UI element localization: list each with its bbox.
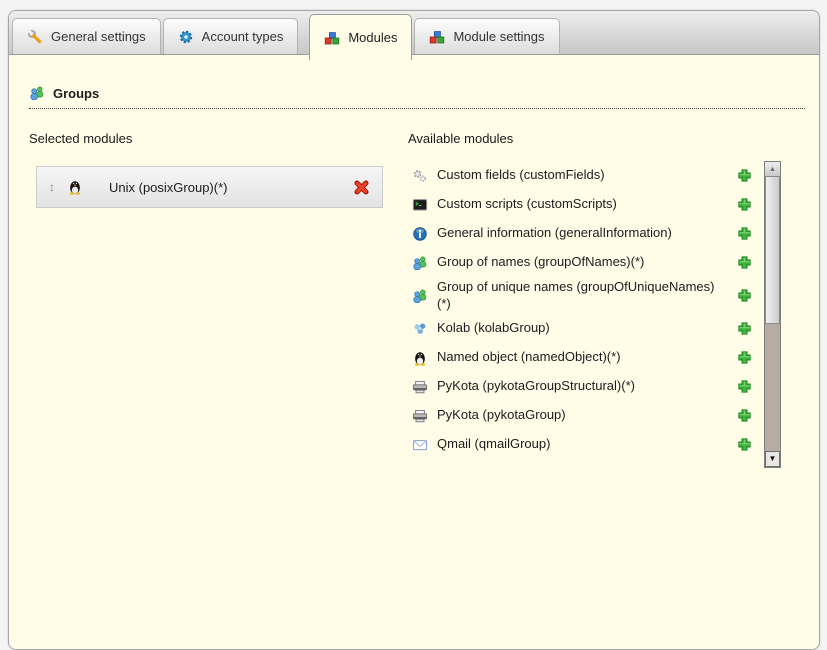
available-module-row: Named object (namedObject)(*) <box>408 343 759 372</box>
module-label: Named object (namedObject)(*) <box>437 349 727 365</box>
module-label: Unix (posixGroup)(*) <box>95 180 341 195</box>
plus-icon <box>736 167 753 184</box>
module-label: Group of names (groupOfNames)(*) <box>437 254 727 270</box>
plus-icon <box>736 378 753 395</box>
available-module-row: PyKota (pykotaGroup) <box>408 401 759 430</box>
plus-icon <box>736 436 753 453</box>
config-panel: General settings Account types Modules M… <box>8 10 820 650</box>
section-title: Groups <box>53 86 99 101</box>
available-module-row: PyKota (pykotaGroupStructural)(*) <box>408 372 759 401</box>
delete-x-icon <box>353 179 370 196</box>
section-header-groups: Groups <box>29 85 805 109</box>
tab-label: Account types <box>202 29 284 44</box>
module-label: Kolab (kolabGroup) <box>437 320 727 336</box>
selected-modules-list: ↕ Unix (posixGroup)(*) <box>36 166 383 208</box>
tab-label: Modules <box>348 30 397 45</box>
add-module-button[interactable] <box>736 320 753 337</box>
add-module-button[interactable] <box>736 349 753 366</box>
module-label: General information (generalInformation) <box>437 225 727 241</box>
tab-account-types[interactable]: Account types <box>163 18 299 54</box>
tab-label: General settings <box>51 29 146 44</box>
gears-icon <box>412 168 428 184</box>
tux-icon <box>67 179 83 195</box>
group-icon <box>412 255 428 271</box>
module-label: Group of unique names (groupOfUniqueName… <box>437 279 727 312</box>
add-module-button[interactable] <box>736 167 753 184</box>
tab-bar: General settings Account types Modules M… <box>9 11 819 55</box>
scrollbar[interactable]: ▲ ▼ <box>764 161 781 468</box>
plus-icon <box>736 407 753 424</box>
available-module-row: Custom scripts (customScripts) <box>408 190 759 219</box>
plus-icon <box>736 254 753 271</box>
tab-modules[interactable]: Modules <box>309 14 412 60</box>
module-label: Custom scripts (customScripts) <box>437 196 727 212</box>
scrollbar-thumb[interactable] <box>765 176 780 324</box>
module-label: Custom fields (customFields) <box>437 167 727 183</box>
module-label: PyKota (pykotaGroupStructural)(*) <box>437 378 727 394</box>
module-label: Qmail (qmailGroup) <box>437 436 727 452</box>
printer-icon <box>412 379 428 395</box>
tab-label: Module settings <box>453 29 544 44</box>
module-label: PyKota (pykotaGroup) <box>437 407 727 423</box>
scroll-down-icon[interactable]: ▼ <box>765 451 780 467</box>
scroll-up-icon[interactable]: ▲ <box>765 162 780 176</box>
plus-icon <box>736 320 753 337</box>
plus-icon <box>736 225 753 242</box>
envelope-icon <box>412 437 428 453</box>
kolab-icon <box>412 321 428 337</box>
available-modules-heading: Available modules <box>408 131 513 146</box>
available-module-row: Qmail (qmailGroup) <box>408 430 759 459</box>
selected-modules-heading: Selected modules <box>29 131 132 146</box>
info-icon <box>412 226 428 242</box>
modules-icon <box>324 30 340 46</box>
move-handle-icon[interactable]: ↕ <box>49 181 55 193</box>
available-module-row: General information (generalInformation) <box>408 219 759 248</box>
tab-module-settings[interactable]: Module settings <box>414 18 559 54</box>
plus-icon <box>736 287 753 304</box>
available-module-row: Group of names (groupOfNames)(*) <box>408 248 759 277</box>
remove-module-button[interactable] <box>353 179 370 196</box>
wrench-icon <box>27 29 43 45</box>
tab-general-settings[interactable]: General settings <box>12 18 161 54</box>
selected-module-row: ↕ Unix (posixGroup)(*) <box>36 166 383 208</box>
available-module-row: Custom fields (customFields) <box>408 161 759 190</box>
available-modules-list: Custom fields (customFields) Custom scri… <box>408 161 759 459</box>
plus-icon <box>736 196 753 213</box>
terminal-icon <box>412 197 428 213</box>
groups-icon <box>29 85 45 101</box>
add-module-button[interactable] <box>736 196 753 213</box>
tux-icon <box>412 350 428 366</box>
printer-icon <box>412 408 428 424</box>
group-icon <box>412 288 428 304</box>
available-module-row: Group of unique names (groupOfUniqueName… <box>408 277 759 314</box>
add-module-button[interactable] <box>736 254 753 271</box>
add-module-button[interactable] <box>736 436 753 453</box>
add-module-button[interactable] <box>736 225 753 242</box>
plus-icon <box>736 349 753 366</box>
modules-icon <box>429 29 445 45</box>
available-module-row: Kolab (kolabGroup) <box>408 314 759 343</box>
add-module-button[interactable] <box>736 287 753 304</box>
gear-icon <box>178 29 194 45</box>
add-module-button[interactable] <box>736 407 753 424</box>
add-module-button[interactable] <box>736 378 753 395</box>
